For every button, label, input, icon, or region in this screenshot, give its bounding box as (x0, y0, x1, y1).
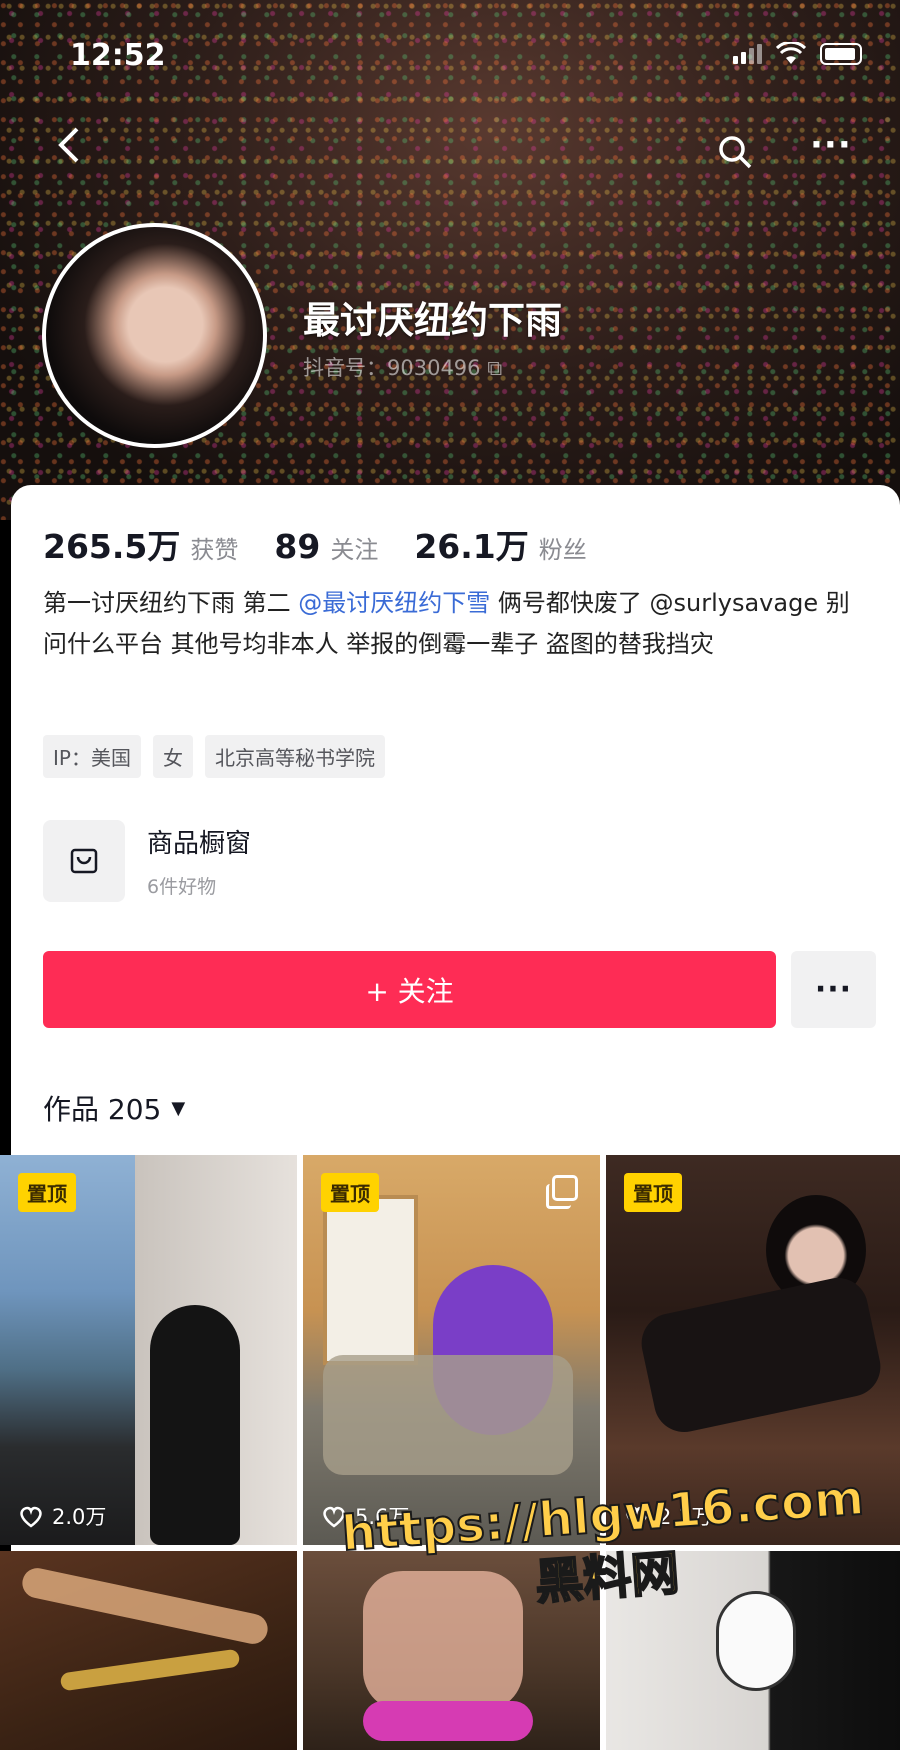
shop-subtitle: 6件好物 (147, 876, 217, 898)
back-button[interactable] (55, 125, 99, 169)
tag-ip: IP：美国 (43, 735, 141, 778)
profile-nickname: 最讨厌纽约下雨 (303, 299, 562, 342)
tag-gender: 女 (152, 735, 193, 778)
wifi-icon (776, 42, 806, 64)
signal-icon (733, 44, 762, 64)
avatar[interactable] (42, 223, 267, 448)
pinned-badge: 置顶 (18, 1173, 76, 1212)
shop-window-entry[interactable]: 商品橱窗 6件好物 (43, 820, 251, 902)
profile-cover: 12:52 ··· 最讨厌纽约下雨 抖音号：9030496 ⧉ (0, 0, 900, 520)
video-grid: 置顶 2.0万 置顶 5.6万 置顶 2.3万 (0, 1155, 900, 1750)
bio-mention-link[interactable]: @最讨厌纽约下雪 (298, 589, 490, 617)
video-likes: 2.0万 (52, 1505, 107, 1529)
tag-school[interactable]: 北京高等秘书学院 (204, 735, 385, 778)
following-label: 关注 (330, 536, 379, 564)
multi-image-icon (546, 1175, 578, 1209)
following-count[interactable]: 89 (274, 527, 320, 566)
profile-bio: 第一讨厌纽约下雨 第二 @最讨厌纽约下雪 俩号都快废了 @surlysavage… (43, 589, 850, 658)
more-options-button[interactable]: ··· (810, 125, 852, 165)
pinned-badge: 置顶 (321, 1173, 379, 1212)
works-label: 作品 205 (43, 1093, 162, 1126)
likes-count[interactable]: 265.5万 (43, 520, 180, 568)
video-thumb[interactable]: 置顶 5.6万 (303, 1155, 600, 1545)
video-thumb[interactable] (0, 1551, 297, 1750)
more-actions-button[interactable]: ··· (791, 951, 876, 1028)
profile-stats: 265.5万 获赞 89 关注 26.1万 粉丝 (43, 520, 623, 568)
video-thumb[interactable]: 置顶 2.0万 (0, 1155, 297, 1545)
follow-button[interactable]: + 关注 (43, 951, 776, 1028)
shopping-bag-icon (43, 820, 125, 902)
followers-label: 粉丝 (538, 536, 587, 564)
status-time: 12:52 (70, 38, 166, 73)
profile-tags: IP：美国 女 北京高等秘书学院 (43, 735, 385, 778)
heart-icon (20, 1506, 42, 1528)
tab-works[interactable]: 作品 205 ▼ (43, 1088, 185, 1128)
followers-count[interactable]: 26.1万 (414, 520, 528, 568)
pinned-badge: 置顶 (624, 1173, 682, 1212)
likes-label: 获赞 (190, 536, 239, 564)
shop-title: 商品橱窗 (147, 829, 252, 859)
battery-icon (820, 43, 862, 65)
caret-down-icon: ▼ (171, 1097, 186, 1119)
status-bar: 12:52 (0, 28, 900, 88)
search-icon[interactable] (715, 132, 755, 172)
profile-id[interactable]: 抖音号：9030496 ⧉ (303, 352, 502, 382)
